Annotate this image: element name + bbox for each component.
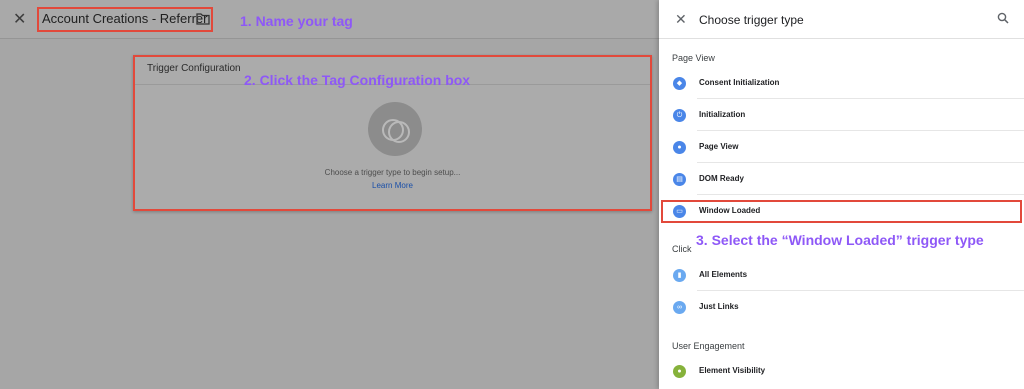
panel-title: Choose trigger type: [699, 13, 804, 27]
trigger-type-panel: ✕ Choose trigger type Page View ◆ Consen…: [659, 0, 1024, 389]
panel-divider: [659, 38, 1024, 39]
trigger-item-label: Page View: [699, 142, 739, 151]
trigger-item-label: Consent Initialization: [699, 78, 780, 87]
annotation-step-2: 2. Click the Tag Configuration box: [244, 72, 471, 88]
annotation-step-1: 1. Name your tag: [240, 13, 353, 29]
trigger-item-label: Just Links: [699, 302, 739, 311]
section-heading-page-view: Page View: [672, 53, 715, 63]
trigger-item-just-links[interactable]: ∞ Just Links: [659, 293, 1024, 323]
trigger-item-dom-ready[interactable]: ▤ DOM Ready: [659, 165, 1024, 195]
trigger-item-label: Initialization: [699, 110, 746, 119]
folder-icon[interactable]: [196, 12, 210, 25]
trigger-item-label: Element Visibility: [699, 366, 766, 375]
trigger-item-label: DOM Ready: [699, 174, 744, 183]
shield-icon: ◆: [673, 77, 686, 90]
trigger-placeholder-icon[interactable]: [368, 102, 422, 156]
trigger-item-consent-initialization[interactable]: ◆ Consent Initialization: [659, 69, 1024, 99]
eye-icon: ●: [673, 141, 686, 154]
annotation-step-3: 3. Select the “Window Loaded” trigger ty…: [696, 232, 984, 248]
trigger-item-initialization[interactable]: ⏻ Initialization: [659, 101, 1024, 131]
search-icon[interactable]: [997, 12, 1009, 24]
close-icon[interactable]: ✕: [13, 9, 26, 29]
document-icon: ▤: [673, 173, 686, 186]
learn-more-link[interactable]: Learn More: [135, 181, 650, 190]
mouse-icon: ▮: [673, 269, 686, 282]
power-icon: ⏻: [673, 109, 686, 122]
window-loaded-highlight: [661, 200, 1022, 223]
tag-name-field[interactable]: Account Creations - Referrer: [42, 11, 207, 26]
section-heading-click: Click: [672, 244, 692, 254]
link-icon: ∞: [673, 301, 686, 314]
trigger-item-page-view[interactable]: ● Page View: [659, 133, 1024, 163]
close-icon[interactable]: ✕: [675, 11, 687, 28]
eye-icon: ●: [673, 365, 686, 378]
trigger-item-label: All Elements: [699, 270, 748, 279]
trigger-item-all-elements[interactable]: ▮ All Elements: [659, 261, 1024, 291]
card-hint: Choose a trigger type to begin setup...: [324, 168, 461, 177]
card-title: Trigger Configuration: [147, 63, 241, 74]
section-heading-user-engagement: User Engagement: [672, 341, 745, 351]
trigger-item-element-visibility[interactable]: ● Element Visibility: [659, 357, 1024, 387]
